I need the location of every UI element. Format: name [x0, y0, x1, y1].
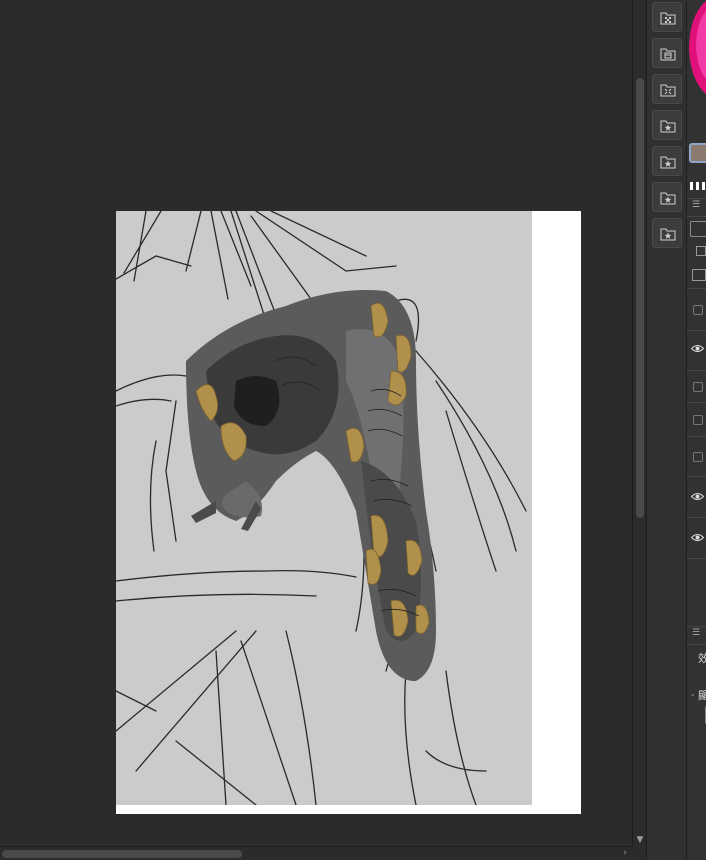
- eye-icon[interactable]: [691, 492, 704, 501]
- transparency-toggle[interactable]: [690, 182, 706, 190]
- canvas-paper[interactable]: [116, 211, 581, 814]
- eye-icon[interactable]: [691, 533, 704, 542]
- scroll-down-arrow-icon[interactable]: ▼: [635, 835, 645, 845]
- side-toolbar: [646, 0, 686, 860]
- folder-resize-icon: [660, 84, 676, 97]
- folder-layout-icon: [660, 48, 676, 61]
- canvas-area[interactable]: [0, 0, 632, 846]
- layer-property-icon[interactable]: [696, 246, 706, 256]
- layer-mode-button[interactable]: [690, 221, 706, 237]
- horizontal-scroll-thumb[interactable]: [2, 850, 242, 858]
- vertical-scrollbar[interactable]: ▼: [632, 0, 646, 846]
- right-panel: ☰ ☰ 效 - 顯: [686, 0, 706, 860]
- display-label: 顯: [698, 687, 706, 703]
- layer-visibility-checkbox[interactable]: [693, 305, 703, 315]
- artwork-drawing: [116, 211, 527, 805]
- toolbar-button-6[interactable]: [652, 182, 682, 212]
- section-divider: -: [691, 690, 695, 701]
- folder-grid-icon: [660, 12, 676, 25]
- layer-list-icon[interactable]: [692, 269, 706, 281]
- vertical-scroll-thumb[interactable]: [636, 78, 644, 518]
- color-wheel[interactable]: [687, 0, 706, 100]
- artwork-layer[interactable]: [116, 211, 532, 805]
- horizontal-scrollbar[interactable]: ›: [0, 846, 632, 860]
- panel-menu-icon[interactable]: ☰: [692, 628, 700, 638]
- folder-star-icon: [660, 156, 676, 169]
- layer-visibility-checkbox[interactable]: [693, 415, 703, 425]
- layer-visibility-checkbox[interactable]: [693, 382, 703, 392]
- layer-visibility-checkbox[interactable]: [693, 452, 703, 462]
- toolbar-button-1[interactable]: [652, 2, 682, 32]
- toolbar-button-7[interactable]: [652, 218, 682, 248]
- toolbar-button-5[interactable]: [652, 146, 682, 176]
- folder-star-icon: [660, 228, 676, 241]
- toolbar-button-3[interactable]: [652, 74, 682, 104]
- toolbar-button-2[interactable]: [652, 38, 682, 68]
- folder-star-icon: [660, 120, 676, 133]
- color-swatch[interactable]: [689, 143, 706, 163]
- toolbar-button-4[interactable]: [652, 110, 682, 140]
- eye-icon[interactable]: [691, 344, 704, 353]
- folder-star-icon: [660, 192, 676, 205]
- panel-menu-icon[interactable]: ☰: [692, 200, 700, 210]
- scroll-right-arrow-icon[interactable]: ›: [620, 848, 630, 859]
- scrollbar-corner: [632, 846, 646, 860]
- palette-label: 效: [698, 650, 706, 666]
